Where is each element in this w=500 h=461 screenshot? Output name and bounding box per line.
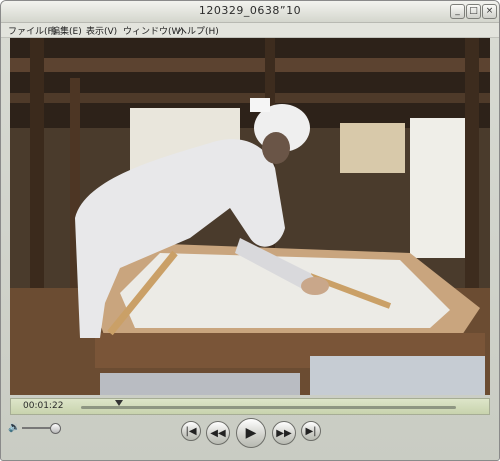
current-time: 00:01:22 <box>23 401 64 411</box>
minimize-button[interactable]: _ <box>450 4 465 19</box>
close-button[interactable]: × <box>482 4 497 19</box>
fast-forward-icon: ▶▶ <box>276 427 292 439</box>
playhead[interactable] <box>115 400 123 406</box>
timeline-track[interactable] <box>81 406 456 409</box>
menu-edit[interactable]: 編集(E) <box>51 24 82 37</box>
control-bar: 🔉 |◀ ◀◀ ▶ ▶▶ ▶| <box>1 418 499 460</box>
play-button[interactable]: ▶ <box>236 418 266 448</box>
title-bar[interactable]: 120329_0638”10 _ □ × <box>1 1 499 23</box>
skip-to-end-icon: ▶| <box>305 425 317 437</box>
volume-slider-knob[interactable] <box>50 423 61 434</box>
player-window: 120329_0638”10 _ □ × ファイル(F) 編集(E) 表示(V)… <box>0 0 500 461</box>
video-frame-image <box>10 38 490 395</box>
play-icon: ▶ <box>245 425 257 441</box>
skip-to-start-icon: |◀ <box>185 425 197 437</box>
menu-window[interactable]: ウィンドウ(W) <box>123 24 184 37</box>
rewind-button[interactable]: ◀◀ <box>206 421 230 445</box>
timeline-bar: 00:01:22 <box>10 398 490 415</box>
maximize-button[interactable]: □ <box>466 4 481 19</box>
menu-view[interactable]: 表示(V) <box>86 24 117 37</box>
go-to-end-button[interactable]: ▶| <box>301 421 321 441</box>
go-to-start-button[interactable]: |◀ <box>181 421 201 441</box>
speaker-icon: 🔉 <box>8 422 21 433</box>
video-display[interactable] <box>10 38 490 395</box>
rewind-icon: ◀◀ <box>210 427 226 439</box>
window-title: 120329_0638”10 <box>198 4 302 17</box>
menu-bar: ファイル(F) 編集(E) 表示(V) ウィンドウ(W) ヘルプ(H) <box>1 23 499 38</box>
menu-file[interactable]: ファイル(F) <box>8 24 56 37</box>
menu-help[interactable]: ヘルプ(H) <box>178 24 219 37</box>
fast-forward-button[interactable]: ▶▶ <box>272 421 296 445</box>
